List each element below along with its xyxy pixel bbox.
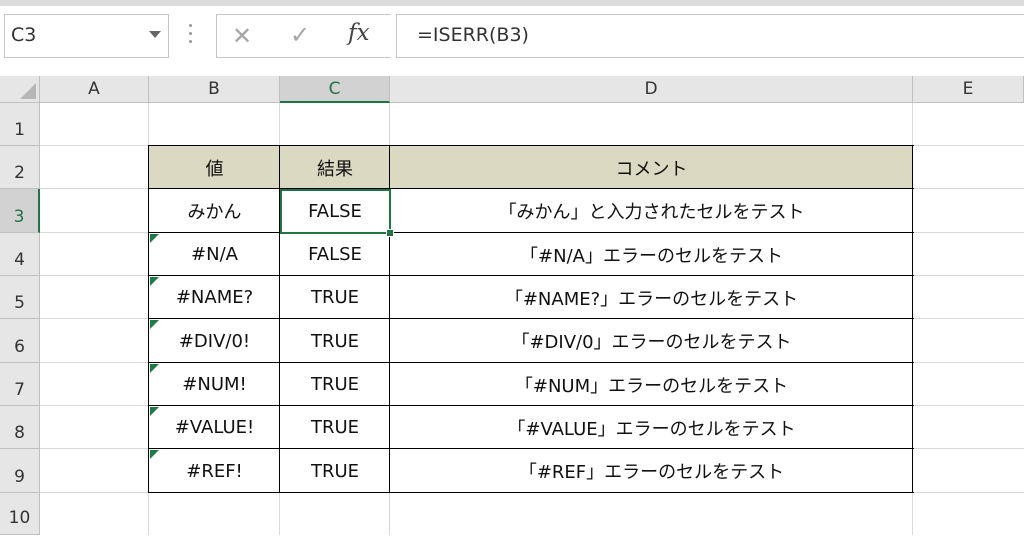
table-cell-value[interactable]: #N/A xyxy=(149,233,280,276)
table-border xyxy=(148,232,914,233)
table-cell-value[interactable]: みかん xyxy=(149,189,280,233)
table-border xyxy=(148,448,914,449)
table-cell-value[interactable]: #REF! xyxy=(149,449,280,493)
header-cell-value[interactable]: 値 xyxy=(149,146,280,189)
table-cell-comment[interactable]: 「#VALUE」エラーのセルをテスト xyxy=(390,406,913,449)
table-cell-value[interactable]: #DIV/0! xyxy=(149,319,280,363)
drag-handle-icon[interactable] xyxy=(188,24,194,46)
active-cell-outline xyxy=(280,189,391,234)
ribbon-edge xyxy=(0,0,1024,6)
row-header-3[interactable]: 3 xyxy=(0,189,40,233)
name-box-value: C3 xyxy=(11,24,37,46)
row-header-4[interactable]: 4 xyxy=(0,233,40,276)
cancel-icon[interactable]: ✕ xyxy=(232,22,252,50)
header-cell-comment[interactable]: コメント xyxy=(390,146,913,189)
error-indicator-icon[interactable] xyxy=(150,407,159,416)
table-border xyxy=(912,145,913,493)
select-all-button[interactable] xyxy=(0,76,40,103)
fill-handle[interactable] xyxy=(386,229,394,237)
row-header-6[interactable]: 6 xyxy=(0,319,40,363)
table-border xyxy=(148,362,914,363)
formula-bar-area: C3 ✕ ✓ fx =ISERR(B3) xyxy=(0,0,1024,62)
table-border xyxy=(148,405,914,406)
name-box[interactable]: C3 xyxy=(4,14,169,58)
formula-text: =ISERR(B3) xyxy=(417,24,529,46)
table-cell-result[interactable]: TRUE xyxy=(280,449,390,493)
error-indicator-icon[interactable] xyxy=(150,320,159,329)
column-header-d[interactable]: D xyxy=(390,76,913,103)
table-border xyxy=(148,188,914,189)
table-cell-result[interactable]: TRUE xyxy=(280,406,390,449)
table-border xyxy=(148,318,914,319)
error-indicator-icon[interactable] xyxy=(150,277,159,286)
row-header-9[interactable]: 9 xyxy=(0,449,40,493)
table-cell-value[interactable]: #VALUE! xyxy=(149,406,280,449)
table-cell-comment[interactable]: 「#NUM」エラーのセルをテスト xyxy=(390,363,913,406)
row-header-1[interactable]: 1 xyxy=(0,103,40,146)
error-indicator-icon[interactable] xyxy=(150,450,159,459)
header-cell-result[interactable]: 結果 xyxy=(280,146,390,189)
table-cell-result[interactable]: TRUE xyxy=(280,319,390,363)
row-header-7[interactable]: 7 xyxy=(0,363,40,406)
table-border xyxy=(148,145,149,493)
row-header-8[interactable]: 8 xyxy=(0,406,40,449)
chevron-down-icon[interactable] xyxy=(149,31,161,38)
table-cell-result[interactable]: TRUE xyxy=(280,276,390,319)
insert-function-icon[interactable]: fx xyxy=(348,20,369,46)
error-indicator-icon[interactable] xyxy=(150,364,159,373)
row-header-2[interactable]: 2 xyxy=(0,146,40,189)
row-header-10[interactable]: 10 xyxy=(0,493,40,535)
table-cell-result[interactable]: TRUE xyxy=(280,363,390,406)
column-header-c[interactable]: C xyxy=(280,76,390,103)
table-cell-comment[interactable]: 「#NAME?」エラーのセルをテスト xyxy=(390,276,913,319)
column-header-b[interactable]: B xyxy=(149,76,280,103)
error-indicator-icon[interactable] xyxy=(150,234,159,243)
table-cell-result[interactable]: FALSE xyxy=(280,233,390,276)
column-header-e[interactable]: E xyxy=(913,76,1024,103)
table-cell-comment[interactable]: 「みかん」と入力されたセルをテスト xyxy=(390,189,913,233)
table-cell-comment[interactable]: 「#REF」エラーのセルをテスト xyxy=(390,449,913,493)
formula-input[interactable]: =ISERR(B3) xyxy=(396,14,1024,58)
table-border xyxy=(148,492,914,493)
column-header-a[interactable]: A xyxy=(40,76,149,103)
table-border xyxy=(148,275,914,276)
row-header-5[interactable]: 5 xyxy=(0,276,40,319)
enter-icon[interactable]: ✓ xyxy=(290,21,310,49)
table-cell-value[interactable]: #NUM! xyxy=(149,363,280,406)
table-cell-comment[interactable]: 「#DIV/0」エラーのセルをテスト xyxy=(390,319,913,363)
table-cell-comment[interactable]: 「#N/A」エラーのセルをテスト xyxy=(390,233,913,276)
table-border xyxy=(148,145,914,146)
table-cell-value[interactable]: #NAME? xyxy=(149,276,280,319)
